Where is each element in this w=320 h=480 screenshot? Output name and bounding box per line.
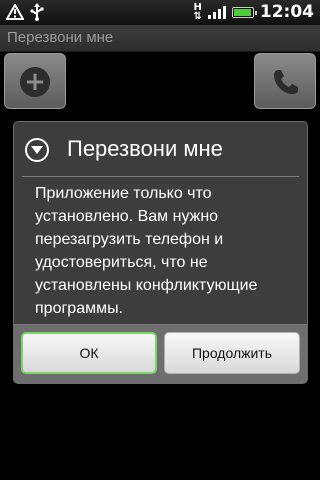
warning-icon [5, 2, 25, 24]
hspa-icon: H ⇅ [193, 2, 202, 22]
call-button[interactable] [254, 53, 316, 109]
battery-level [233, 8, 251, 16]
status-bar: H ⇅ 12:04 [0, 0, 320, 25]
alert-dialog: Перезвони мне Приложение только что уста… [13, 121, 308, 384]
dialog-divider [22, 176, 299, 177]
dialog-button-bar: ОК Продолжить [14, 324, 307, 383]
dialog-header: Перезвони мне [14, 122, 307, 176]
app-title: Перезвони мне [7, 29, 114, 46]
add-button[interactable]: + [4, 53, 66, 109]
dialog-message: Приложение только что установлено. Вам н… [35, 185, 258, 317]
chevron-down-circle-icon [25, 138, 49, 162]
signal-icon [207, 5, 226, 19]
app-title-bar: Перезвони мне [0, 25, 320, 52]
battery-icon [231, 6, 257, 18]
phone-icon [272, 68, 300, 100]
usb-icon [30, 3, 44, 25]
plus-icon: + [20, 67, 50, 97]
clock: 12:04 [259, 2, 314, 22]
dialog-title: Перезвони мне [67, 136, 223, 161]
continue-button[interactable]: Продолжить [164, 332, 300, 374]
ok-button[interactable]: ОК [21, 332, 157, 374]
